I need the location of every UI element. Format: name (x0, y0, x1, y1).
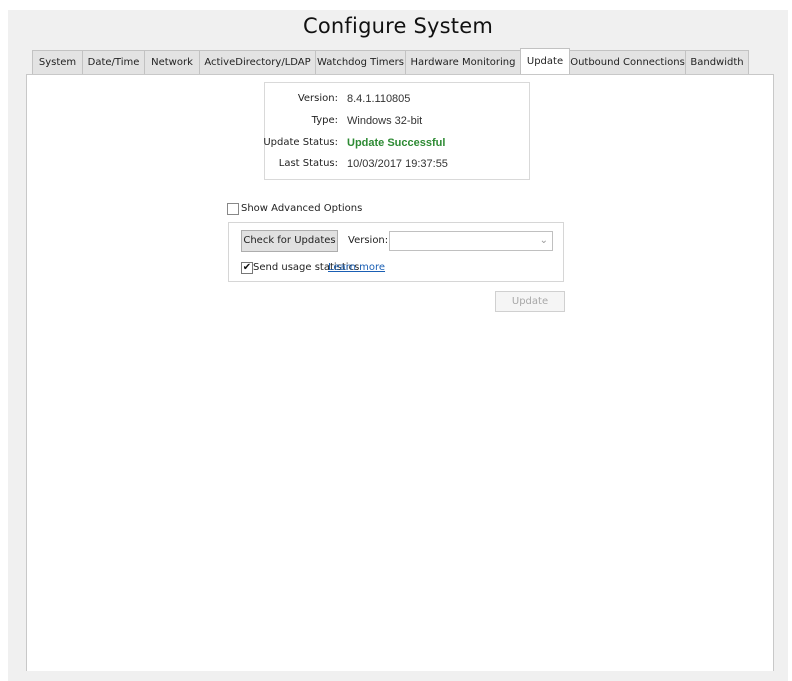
tab-bar: System Date/Time Network ActiveDirectory… (32, 48, 749, 74)
show-advanced-label[interactable]: Show Advanced Options (241, 202, 362, 216)
send-usage-checkbox[interactable]: ✔ (241, 262, 253, 274)
chevron-down-icon: ⌄ (539, 235, 548, 246)
tab-hardware-monitoring[interactable]: Hardware Monitoring (405, 50, 520, 74)
version-select-label: Version: (348, 235, 389, 246)
learn-more-link[interactable]: Learn more (328, 261, 385, 275)
last-status-value: 10/03/2017 19:37:55 (347, 158, 448, 170)
version-select[interactable]: ⌄ (389, 231, 553, 251)
version-info-box: Version: 8.4.1.110805 Type: Windows 32-b… (263, 82, 530, 180)
tab-watchdog-timers[interactable]: Watchdog Timers (315, 50, 405, 74)
tab-system[interactable]: System (32, 50, 82, 74)
version-value: 8.4.1.110805 (347, 93, 411, 105)
type-value: Windows 32-bit (347, 115, 423, 127)
update-button[interactable]: Update (495, 291, 565, 312)
tab-outbound-connections[interactable]: Outbound Connections (570, 50, 685, 74)
tab-date-time[interactable]: Date/Time (82, 50, 144, 74)
update-status-value: Update Successful (347, 137, 446, 149)
page-title: Configure System (303, 14, 493, 38)
type-label: Type: (311, 115, 338, 126)
tab-update[interactable]: Update (520, 48, 570, 74)
check-for-updates-button[interactable]: Check for Updates (241, 230, 338, 252)
version-label: Version: (297, 93, 338, 104)
last-status-label: Last Status: (278, 158, 338, 169)
tab-network[interactable]: Network (144, 50, 199, 74)
tab-bandwidth[interactable]: Bandwidth (685, 50, 749, 74)
update-status-label: Update Status: (263, 137, 338, 148)
show-advanced-checkbox[interactable] (227, 203, 239, 215)
tab-active-directory-ldap[interactable]: ActiveDirectory/LDAP (199, 50, 315, 74)
